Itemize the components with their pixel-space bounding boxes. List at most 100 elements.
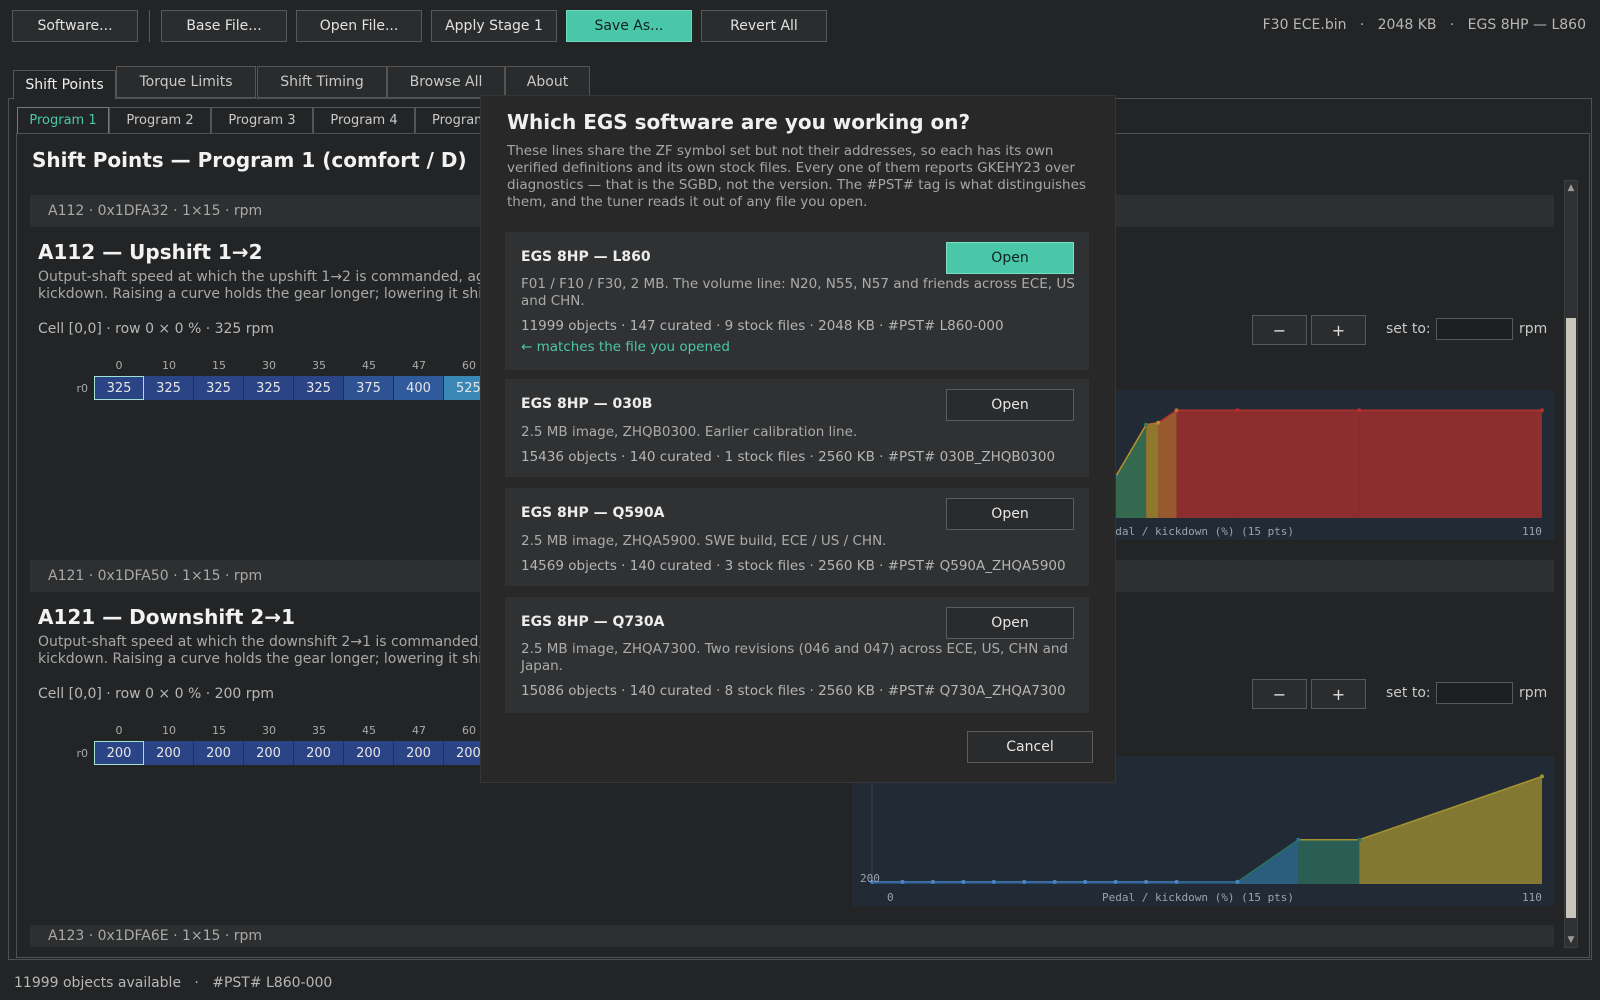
data-point (930, 879, 935, 884)
table-cell[interactable]: 525 (444, 376, 482, 400)
x-axis-min-label: 0 (887, 891, 894, 904)
software-select-dialog: Which EGS software are you working on? T… (481, 96, 1115, 782)
table-cell[interactable]: 200 (394, 741, 444, 765)
increment-button[interactable]: + (1311, 679, 1366, 709)
table-cell[interactable]: 325 (244, 376, 294, 400)
software-card-q590a: EGS 8HP — Q590A Open 2.5 MB image, ZHQA5… (505, 488, 1089, 586)
data-point (1540, 408, 1544, 413)
column-header: 15 (212, 724, 226, 737)
card-title: EGS 8HP — L860 (521, 249, 651, 265)
map-description-line1: Output-shaft speed at which the upshift … (38, 269, 483, 285)
x-axis-max-label: 110 (1522, 891, 1542, 904)
table-cell[interactable]: 325 (294, 376, 344, 400)
software-button[interactable]: Software... (12, 10, 138, 42)
tab-program-2[interactable]: Program 2 (109, 107, 211, 134)
tab-shift-points[interactable]: Shift Points (13, 70, 116, 100)
open-file-button[interactable]: Open File... (296, 10, 422, 42)
tab-program-1[interactable]: Program 1 (17, 107, 109, 134)
cell-info-a121: Cell [0,0] · row 0 × 0 % · 200 rpm (38, 686, 275, 702)
save-as-button[interactable]: Save As... (566, 10, 692, 42)
table-cell[interactable]: 200 (244, 741, 294, 765)
cancel-button[interactable]: Cancel (967, 731, 1093, 763)
section-title: Shift Points — Program 1 (comfort / D) (32, 148, 467, 172)
card-meta: 15436 objects · 140 curated · 1 stock fi… (521, 449, 1056, 465)
table-cell[interactable]: 200 (194, 741, 244, 765)
table-cell[interactable]: 200 (144, 741, 194, 765)
scroll-up-icon[interactable]: ▲ (1566, 182, 1576, 194)
table-cell[interactable]: 400 (394, 376, 444, 400)
column-header: 15 (212, 359, 226, 372)
map-header-a123[interactable]: A123 · 0x1DFA6E · 1×15 · rpm (30, 925, 1554, 947)
apply-stage-button[interactable]: Apply Stage 1 (431, 10, 557, 42)
match-indicator: ← matches the file you opened (521, 339, 730, 355)
x-axis-label: Pedal / kickdown (%) (15 pts) (1102, 525, 1294, 538)
decrement-button[interactable]: − (1252, 315, 1307, 345)
map-description-line1: Output-shaft speed at which the downshif… (38, 634, 483, 650)
map-description-line2: kickdown. Raising a curve holds the gear… (38, 286, 483, 302)
area-segment (1115, 424, 1147, 518)
base-file-button[interactable]: Base File... (161, 10, 287, 42)
table-cell[interactable]: 325 (144, 376, 194, 400)
table-cell[interactable]: 375 (344, 376, 394, 400)
tab-browse-all[interactable]: Browse All (387, 66, 505, 98)
table-cell[interactable]: 325 (194, 376, 244, 400)
file-info: F30 ECE.bin · 2048 KB · EGS 8HP — L860 (1262, 17, 1586, 33)
area-segment (1176, 410, 1238, 518)
column-header: 10 (162, 724, 176, 737)
column-header: 10 (162, 359, 176, 372)
x-axis-label: Pedal / kickdown (%) (15 pts) (1102, 891, 1294, 904)
open-button[interactable]: Open (946, 242, 1074, 274)
open-button[interactable]: Open (946, 607, 1074, 639)
card-meta: 14569 objects · 140 curated · 3 stock fi… (521, 558, 1066, 574)
table-cell[interactable]: 200 (344, 741, 394, 765)
data-point (1357, 408, 1362, 413)
column-header: 30 (262, 724, 276, 737)
column-header: 47 (412, 724, 426, 737)
data-point (1357, 837, 1362, 842)
table-cell[interactable]: 200 (444, 741, 482, 765)
open-button[interactable]: Open (946, 389, 1074, 421)
toolbar: Software... Base File... Open File... Ap… (0, 0, 1600, 52)
column-header: 30 (262, 359, 276, 372)
scroll-down-icon[interactable]: ▼ (1566, 934, 1576, 946)
column-header: 0 (115, 359, 123, 372)
data-point (1083, 879, 1088, 884)
tab-shift-timing[interactable]: Shift Timing (257, 66, 387, 98)
tab-program-3[interactable]: Program 3 (211, 107, 313, 134)
tab-program-5[interactable]: Program (415, 107, 485, 134)
tab-torque-limits[interactable]: Torque Limits (116, 66, 256, 98)
revert-all-button[interactable]: Revert All (701, 10, 827, 42)
column-header: 45 (362, 359, 376, 372)
data-point (1174, 408, 1179, 413)
increment-button[interactable]: + (1311, 315, 1366, 345)
column-header: 45 (362, 724, 376, 737)
row-header: r0 (76, 747, 88, 760)
table-cell[interactable]: 200 (294, 741, 344, 765)
card-meta: 11999 objects · 147 curated · 9 stock fi… (521, 318, 1004, 334)
tab-about[interactable]: About (505, 66, 590, 98)
tab-program-4[interactable]: Program 4 (313, 107, 415, 134)
set-value-input[interactable] (1436, 682, 1513, 704)
column-header: 47 (412, 359, 426, 372)
area-segment (1359, 410, 1542, 518)
table-cell[interactable]: 325 (94, 376, 144, 400)
map-title-a121: A121 — Downshift 2→1 (38, 605, 296, 629)
data-point (1144, 422, 1149, 427)
x-axis-max-label: 110 (1522, 525, 1542, 538)
data-point (1296, 837, 1301, 842)
cell-info-a112: Cell [0,0] · row 0 × 0 % · 325 rpm (38, 321, 275, 337)
area-segment (1146, 422, 1159, 518)
row-header: r0 (76, 382, 88, 395)
status-bar: 11999 objects available · #PST# L860-000 (14, 975, 333, 991)
y-axis-min-label: 200 (860, 872, 880, 885)
table-cell[interactable]: 200 (94, 741, 144, 765)
area-segment (1158, 410, 1177, 518)
set-value-input[interactable] (1436, 318, 1513, 340)
card-description: F01 / F10 / F30, 2 MB. The volume line: … (521, 276, 1075, 309)
vertical-scrollbar[interactable]: ▲ ▼ (1564, 180, 1578, 948)
decrement-button[interactable]: − (1252, 679, 1307, 709)
scrollbar-thumb[interactable] (1566, 318, 1576, 918)
open-button[interactable]: Open (946, 498, 1074, 530)
data-point (1174, 879, 1179, 884)
area-segment (1298, 839, 1360, 884)
